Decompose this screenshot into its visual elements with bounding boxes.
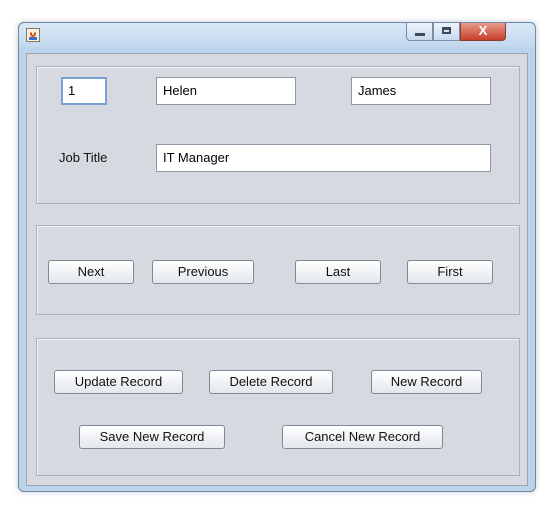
update-record-button[interactable]: Update Record (54, 370, 183, 394)
next-button[interactable]: Next (48, 260, 134, 284)
actions-panel: Update Record Delete Record New Record S… (36, 338, 520, 476)
first-name-field[interactable]: Helen (156, 77, 296, 105)
navigation-panel: Next Previous Last First (36, 225, 520, 315)
delete-record-button[interactable]: Delete Record (209, 370, 333, 394)
record-id-field[interactable]: 1 (61, 77, 107, 105)
content-pane: 1 Helen James Job Title IT Manager Next … (26, 53, 528, 486)
maximize-button[interactable] (433, 23, 460, 41)
title-bar[interactable]: X (19, 23, 535, 47)
save-new-record-button[interactable]: Save New Record (79, 425, 225, 449)
last-button[interactable]: Last (295, 260, 381, 284)
close-button[interactable]: X (460, 23, 506, 41)
last-name-field[interactable]: James (351, 77, 491, 105)
record-panel: 1 Helen James Job Title IT Manager (36, 66, 520, 204)
close-icon: X (478, 23, 488, 38)
job-title-label: Job Title (59, 150, 108, 165)
maximize-icon (442, 27, 451, 34)
minimize-button[interactable] (406, 23, 433, 41)
job-title-field[interactable]: IT Manager (156, 144, 491, 172)
previous-button[interactable]: Previous (152, 260, 254, 284)
cancel-new-record-button[interactable]: Cancel New Record (282, 425, 443, 449)
first-button[interactable]: First (407, 260, 493, 284)
java-cup-icon[interactable] (26, 28, 40, 42)
minimize-icon (415, 33, 425, 36)
new-record-button[interactable]: New Record (371, 370, 482, 394)
app-window: X 1 Helen James Job Title IT Manager Nex… (18, 22, 536, 492)
